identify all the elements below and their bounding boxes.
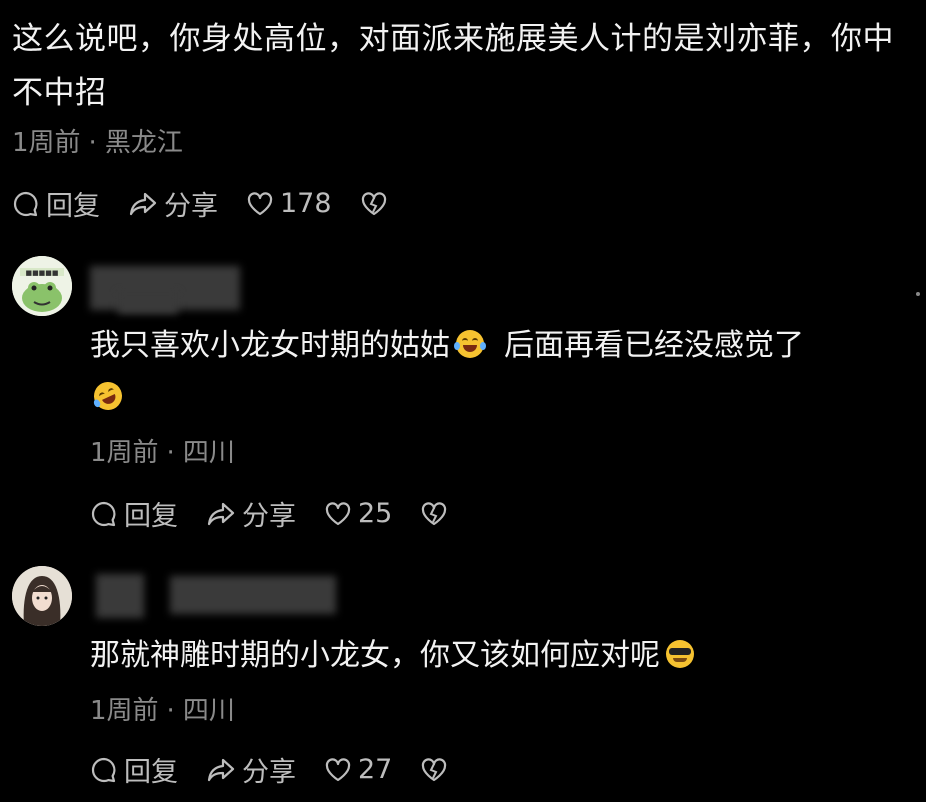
reply-actions: 回复 分享 25 [90, 494, 482, 533]
share-button[interactable]: 分享 [128, 184, 218, 223]
avatar[interactable] [12, 566, 72, 626]
dislike-button[interactable] [420, 500, 454, 528]
share-arrow-icon [129, 192, 157, 215]
avatar[interactable]: ■■■■■ [12, 256, 72, 316]
broken-heart-icon [361, 191, 386, 215]
comment-location: 黑龙江 [104, 128, 183, 158]
heart-icon [325, 501, 351, 525]
heart-icon [325, 757, 351, 781]
broken-heart-icon [422, 757, 447, 781]
more-options-icon[interactable] [916, 292, 920, 296]
reply-location: 四川 [182, 438, 235, 468]
portrait-avatar-icon [12, 566, 72, 626]
share-button[interactable]: 分享 [206, 494, 296, 533]
laugh-cry-emoji-icon [454, 330, 486, 358]
dislike-button[interactable] [420, 756, 454, 784]
comment-time: 1周前 [12, 128, 81, 158]
comment-meta: 1周前 · 黑龙江 [12, 128, 183, 158]
reply-text: 那就神雕时期的小龙女，你又该如何应对呢 [90, 628, 700, 684]
reply-time: 1周前 [90, 696, 159, 726]
reply-time: 1周前 [90, 438, 159, 468]
reply-meta: 1周前 · 四川 [90, 696, 235, 726]
reply-button[interactable]: 回复 [90, 750, 178, 789]
dislike-button[interactable] [360, 190, 394, 218]
like-count: 25 [358, 498, 393, 529]
reply-button[interactable]: 回复 [12, 184, 100, 223]
like-button[interactable]: 178 [246, 188, 332, 219]
heart-icon [247, 191, 273, 215]
comment-text: 这么说吧，你身处高位，对面派来施展美人计的是刘亦菲，你中不中招 [12, 21, 894, 111]
like-button[interactable]: 27 [324, 754, 392, 785]
rofl-emoji-icon [89, 377, 127, 415]
like-count: 178 [280, 188, 332, 219]
reply-location: 四川 [182, 696, 235, 726]
reply-meta: 1周前 · 四川 [90, 438, 235, 468]
chat-bubble-icon [91, 501, 116, 526]
share-button[interactable]: 分享 [206, 750, 296, 789]
chat-bubble-icon [91, 757, 116, 782]
reply-actions: 回复 分享 27 [90, 750, 482, 789]
reply-button[interactable]: 回复 [90, 494, 178, 533]
like-count: 27 [358, 754, 393, 785]
sunglasses-emoji-icon [666, 640, 694, 668]
svg-text:■■■■■: ■■■■■ [25, 269, 58, 277]
frog-avatar-icon: ■■■■■ [12, 256, 72, 316]
reply-text: 我只喜欢小龙女时期的姑姑 后面再看已经没感觉了 [90, 328, 804, 363]
share-arrow-icon [207, 502, 235, 525]
comment-actions: 回复 分享 178 [12, 184, 422, 223]
broken-heart-icon [422, 501, 447, 525]
like-button[interactable]: 25 [324, 498, 392, 529]
share-arrow-icon [207, 758, 235, 781]
chat-bubble-icon [13, 191, 38, 216]
